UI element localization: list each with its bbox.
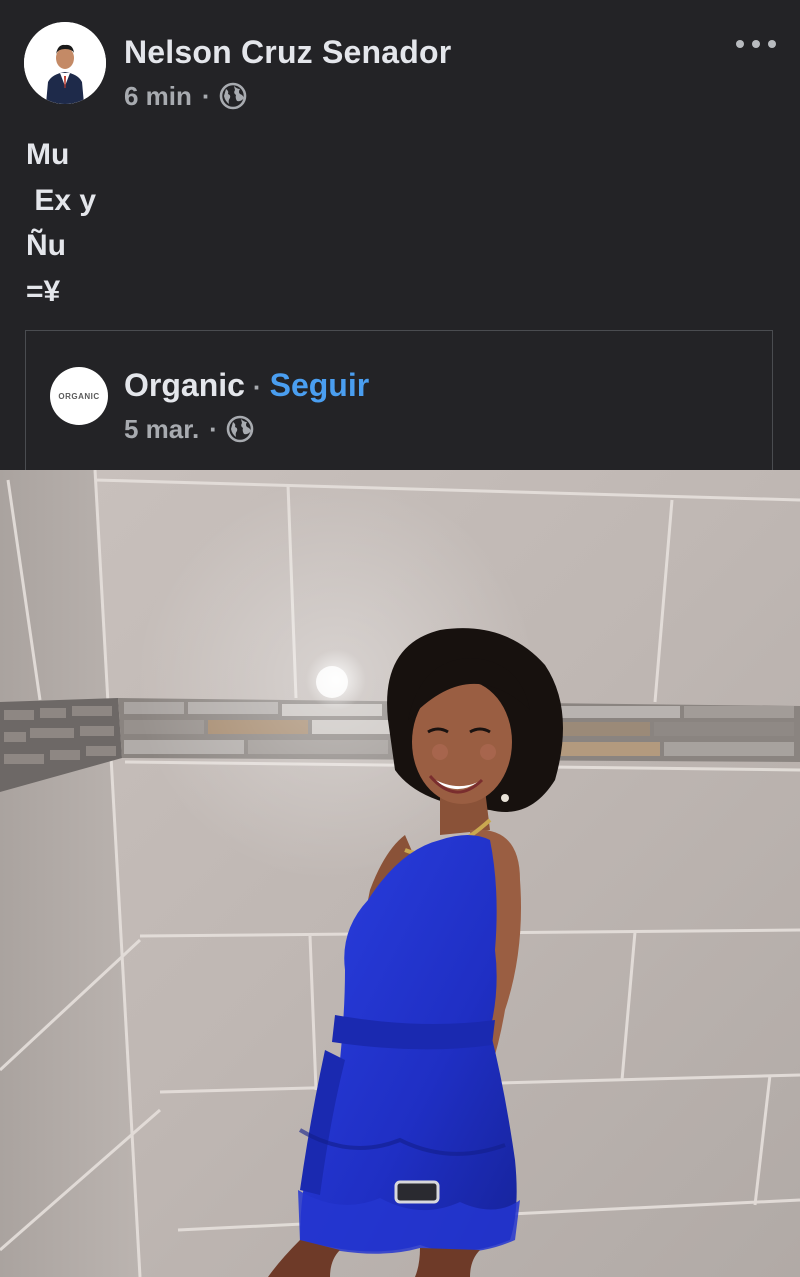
meta-separator: · — [209, 413, 218, 444]
post-text: Mu Ex y Ñu =¥ — [26, 138, 97, 308]
globe-icon[interactable] — [219, 82, 247, 110]
more-options-icon[interactable] — [736, 30, 776, 58]
globe-icon[interactable] — [226, 415, 254, 443]
post-photo[interactable] — [0, 470, 800, 1277]
meta-separator: · — [201, 80, 211, 111]
author-avatar[interactable] — [24, 22, 106, 104]
shared-page-name[interactable]: Organic — [124, 367, 245, 404]
dot — [752, 40, 760, 48]
author-name[interactable]: Nelson Cruz Senador — [124, 34, 451, 71]
shared-page-avatar[interactable]: ORGANIC — [50, 367, 108, 425]
post-meta: 6 min · — [124, 80, 247, 112]
shared-header: Organic · Seguir — [124, 367, 369, 404]
shared-separator: · — [252, 372, 262, 402]
shared-timestamp[interactable]: 5 mar. — [124, 414, 199, 445]
organic-logo: ORGANIC — [58, 391, 100, 401]
dot — [736, 40, 744, 48]
post-timestamp[interactable]: 6 min — [124, 81, 192, 112]
facebook-post: Nelson Cruz Senador 6 min · Mu Ex y Ñu =… — [0, 0, 800, 1277]
dot — [768, 40, 776, 48]
follow-button[interactable]: Seguir — [270, 367, 370, 404]
shared-meta: 5 mar. · — [124, 413, 254, 445]
